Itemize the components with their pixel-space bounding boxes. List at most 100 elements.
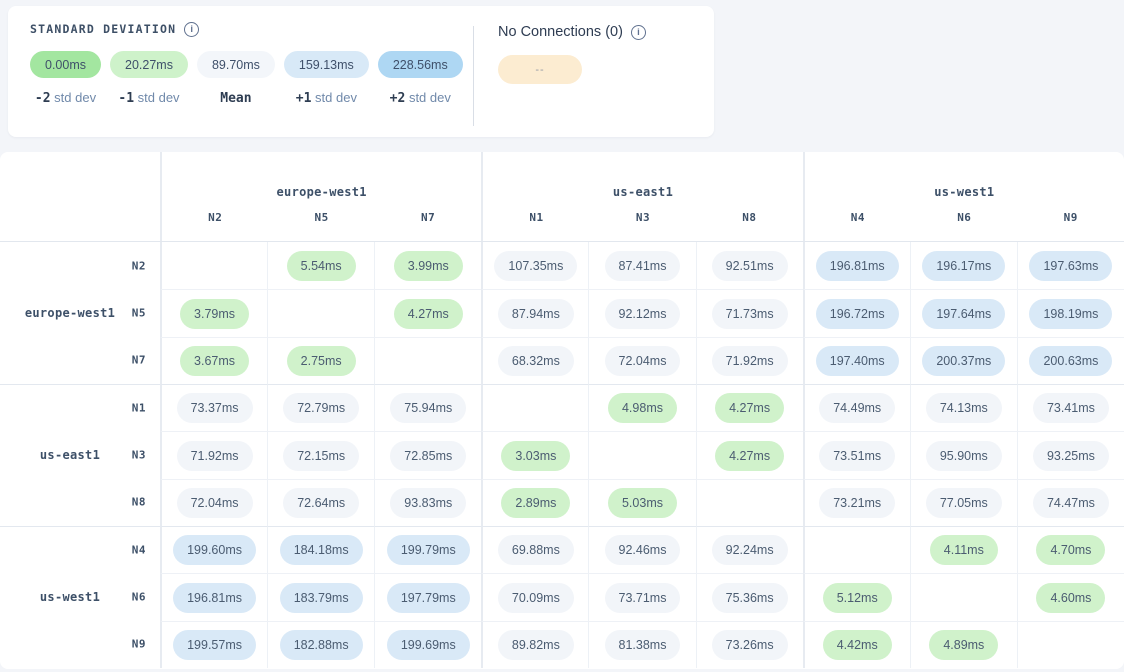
latency-value-pill[interactable]: 199.69ms	[387, 630, 470, 660]
latency-value-pill[interactable]: 198.19ms	[1029, 299, 1112, 329]
latency-value-pill[interactable]: 95.90ms	[926, 441, 1002, 471]
latency-value-pill[interactable]: 73.41ms	[1033, 393, 1109, 423]
latency-value-pill[interactable]: 4.11ms	[930, 535, 998, 565]
latency-cell: 4.27ms	[374, 289, 481, 336]
latency-value-pill[interactable]: 74.49ms	[819, 393, 895, 423]
latency-value-pill[interactable]: 197.40ms	[816, 346, 899, 376]
latency-value-pill[interactable]: 197.63ms	[1029, 251, 1112, 281]
matrix-body: N2 5.54ms 3.99ms 107.35ms 87.41ms 92.51ms 196.…	[0, 242, 1124, 668]
matrix-row-N8: N8 72.04ms 72.64ms 93.83ms 2.89ms 5.03ms 73.21…	[0, 479, 1124, 526]
latency-value-pill[interactable]: 93.83ms	[390, 488, 466, 518]
legend-stop-label: Mean	[220, 90, 251, 106]
latency-value-pill[interactable]: 184.18ms	[280, 535, 363, 565]
latency-value-pill[interactable]: 92.46ms	[605, 535, 681, 565]
latency-value-pill[interactable]: 182.88ms	[280, 630, 363, 660]
latency-value-pill[interactable]: 75.36ms	[712, 583, 788, 613]
column-node-row: N4N6N9	[805, 211, 1124, 224]
latency-value-pill[interactable]: 196.81ms	[816, 251, 899, 281]
latency-value-pill[interactable]: 69.88ms	[498, 535, 574, 565]
latency-value-pill[interactable]: 89.82ms	[498, 630, 574, 660]
legend-stop-label-rest: std dev	[134, 90, 180, 105]
legend-stop-label-rest: std dev	[311, 90, 357, 105]
latency-value-pill[interactable]: 68.32ms	[498, 346, 574, 376]
latency-value-pill[interactable]: 3.99ms	[394, 251, 463, 281]
latency-value-pill[interactable]: 2.75ms	[287, 346, 356, 376]
column-group-region-label: us-east1	[483, 185, 802, 199]
latency-value-pill[interactable]: 73.21ms	[819, 488, 895, 518]
latency-value-pill[interactable]: 92.12ms	[605, 299, 681, 329]
latency-value-pill[interactable]: 72.04ms	[605, 346, 681, 376]
latency-value-pill[interactable]: 72.79ms	[283, 393, 359, 423]
latency-value-pill[interactable]: 72.04ms	[177, 488, 253, 518]
latency-value-pill[interactable]: 4.60ms	[1036, 583, 1105, 613]
latency-value-pill[interactable]: 71.92ms	[712, 346, 788, 376]
latency-value-pill[interactable]: 73.51ms	[819, 441, 895, 471]
latency-value-pill[interactable]: 72.85ms	[390, 441, 466, 471]
column-node-row: N2N5N7	[162, 211, 481, 224]
latency-value-pill[interactable]: 5.03ms	[608, 488, 677, 518]
latency-value-pill[interactable]: 5.54ms	[287, 251, 356, 281]
latency-value-pill[interactable]: 2.89ms	[501, 488, 570, 518]
row-header-N3: N3	[132, 449, 146, 462]
latency-value-pill[interactable]: 72.15ms	[283, 441, 359, 471]
latency-value-pill[interactable]: 199.79ms	[387, 535, 470, 565]
latency-value-pill[interactable]: 4.27ms	[715, 393, 784, 423]
column-header-N8: N8	[696, 211, 802, 224]
latency-value-pill[interactable]: 72.64ms	[283, 488, 359, 518]
latency-value-pill[interactable]: 3.67ms	[180, 346, 249, 376]
latency-value-pill[interactable]: 81.38ms	[605, 630, 681, 660]
latency-value-pill[interactable]: 199.57ms	[173, 630, 256, 660]
latency-value-pill[interactable]: 107.35ms	[494, 251, 577, 281]
latency-value-pill[interactable]: 197.79ms	[387, 583, 470, 613]
legend-stop-label: -1 std dev	[118, 90, 179, 106]
latency-value-pill[interactable]: 196.17ms	[922, 251, 1005, 281]
latency-value-pill[interactable]: 70.09ms	[498, 583, 574, 613]
latency-value-pill[interactable]: 73.71ms	[605, 583, 681, 613]
latency-value-pill[interactable]: 4.27ms	[394, 299, 463, 329]
latency-cell: 4.60ms	[1017, 573, 1124, 620]
latency-value-pill[interactable]: 3.03ms	[501, 441, 570, 471]
latency-value-pill[interactable]: 74.13ms	[926, 393, 1002, 423]
latency-value-pill[interactable]: 183.79ms	[280, 583, 363, 613]
legend-stop: 89.70msMean	[197, 51, 275, 106]
latency-value-pill[interactable]: 4.27ms	[715, 441, 784, 471]
info-icon[interactable]	[631, 25, 646, 40]
latency-value-pill[interactable]: 196.72ms	[816, 299, 899, 329]
latency-value-pill[interactable]: 87.41ms	[605, 251, 681, 281]
latency-cell: 72.64ms	[267, 479, 374, 526]
column-group-header-europe-west1: europe-west1N2N5N7	[160, 152, 481, 241]
latency-cell: 3.03ms	[481, 431, 588, 478]
latency-value-pill[interactable]: 71.73ms	[712, 299, 788, 329]
latency-value-pill[interactable]: 4.42ms	[823, 630, 892, 660]
latency-value-pill[interactable]: 77.05ms	[926, 488, 1002, 518]
latency-value-pill[interactable]: 3.79ms	[180, 299, 249, 329]
latency-value-pill[interactable]: 92.24ms	[712, 535, 788, 565]
latency-value-pill[interactable]: 5.12ms	[823, 583, 892, 613]
latency-value-pill[interactable]: 197.64ms	[922, 299, 1005, 329]
row-label-cell: N2	[0, 242, 160, 289]
latency-value-pill[interactable]: 71.92ms	[177, 441, 253, 471]
latency-value-pill[interactable]: 87.94ms	[498, 299, 574, 329]
latency-cell: 200.63ms	[1017, 337, 1124, 384]
latency-value-pill[interactable]: 73.26ms	[712, 630, 788, 660]
latency-cell: 92.46ms	[588, 526, 695, 573]
row-header-N7: N7	[132, 354, 146, 367]
latency-cell: 71.73ms	[696, 289, 803, 336]
column-node-row: N1N3N8	[483, 211, 802, 224]
info-icon[interactable]	[184, 22, 199, 37]
latency-cell	[1017, 621, 1124, 668]
row-label-cell: N8	[0, 479, 160, 526]
latency-value-pill[interactable]: 4.89ms	[929, 630, 998, 660]
latency-value-pill[interactable]: 74.47ms	[1033, 488, 1109, 518]
latency-value-pill[interactable]: 4.70ms	[1036, 535, 1105, 565]
latency-value-pill[interactable]: 75.94ms	[390, 393, 466, 423]
latency-value-pill[interactable]: 200.63ms	[1029, 346, 1112, 376]
latency-value-pill[interactable]: 200.37ms	[922, 346, 1005, 376]
latency-value-pill[interactable]: 73.37ms	[177, 393, 253, 423]
latency-cell	[481, 384, 588, 431]
latency-value-pill[interactable]: 196.81ms	[173, 583, 256, 613]
latency-value-pill[interactable]: 4.98ms	[608, 393, 677, 423]
latency-value-pill[interactable]: 92.51ms	[712, 251, 788, 281]
latency-value-pill[interactable]: 93.25ms	[1033, 441, 1109, 471]
latency-value-pill[interactable]: 199.60ms	[173, 535, 256, 565]
